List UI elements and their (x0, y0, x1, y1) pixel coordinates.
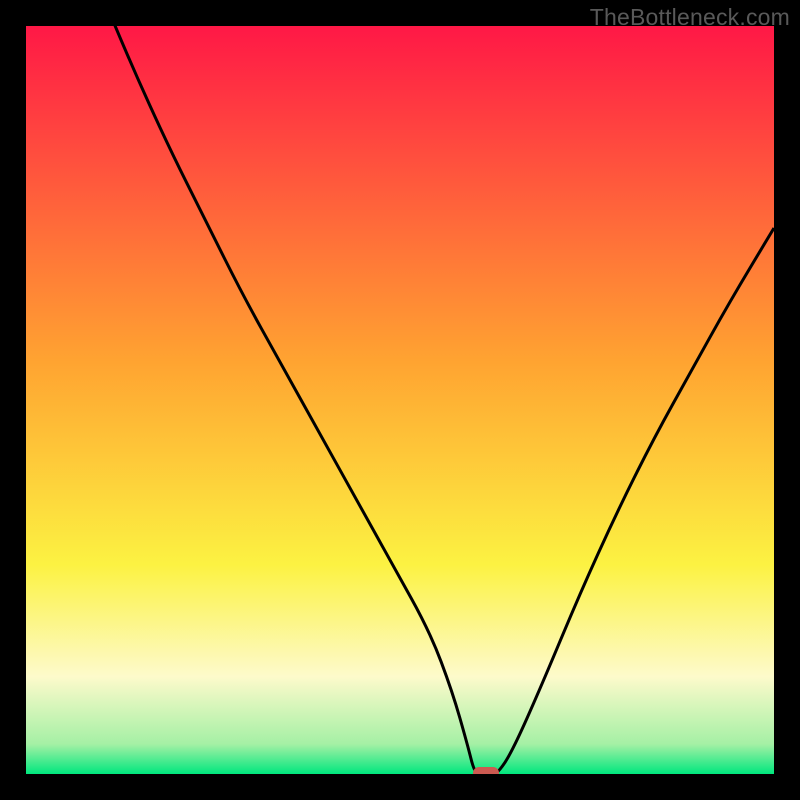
gradient-background (26, 26, 774, 774)
bottleneck-chart (26, 26, 774, 774)
optimal-point-marker (473, 767, 499, 774)
chart-frame: TheBottleneck.com (0, 0, 800, 800)
plot-area (26, 26, 774, 774)
